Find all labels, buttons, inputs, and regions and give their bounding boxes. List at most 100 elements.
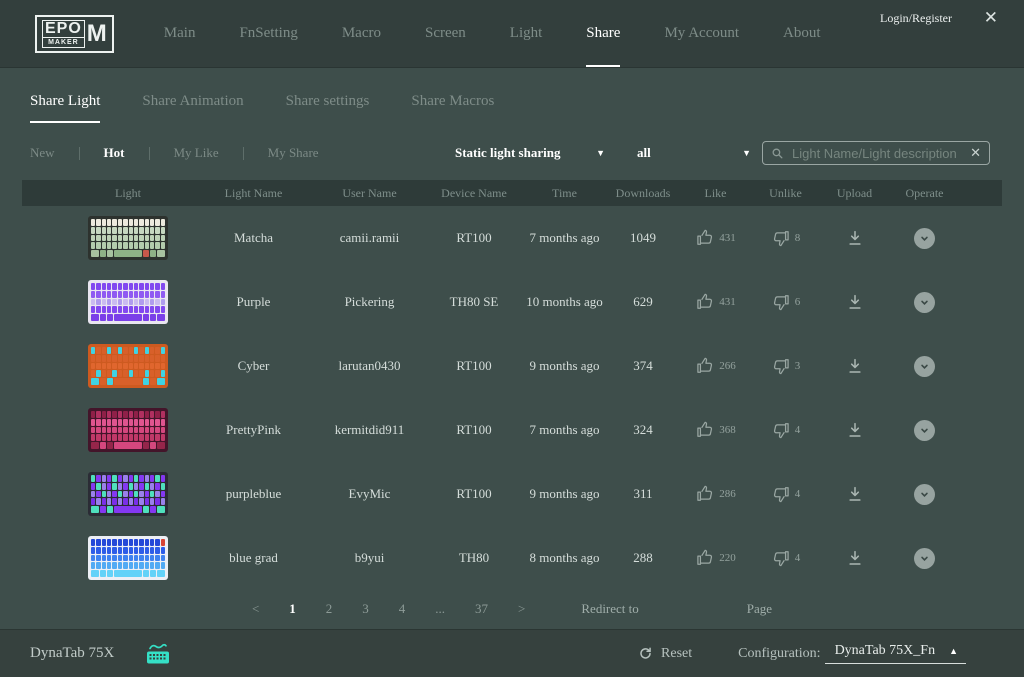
column-header-operate: Operate [889, 186, 1002, 201]
light-type-dropdown[interactable]: Static light sharing ▼ [455, 145, 605, 161]
light-thumbnail-cell [22, 536, 193, 580]
download-icon[interactable] [846, 357, 864, 375]
operate-cell [889, 484, 1002, 505]
nav-item-main[interactable]: Main [164, 0, 196, 67]
operate-expand-button[interactable] [914, 228, 935, 249]
pagination-page--: ... [435, 601, 445, 617]
keyboard-thumbnail[interactable] [88, 344, 168, 388]
table-header: LightLight NameUser NameDevice NameTimeD… [22, 180, 1002, 206]
clear-search-icon[interactable]: ✕ [970, 145, 981, 161]
operate-expand-button[interactable] [914, 548, 935, 569]
column-header-label: Operate [906, 186, 944, 201]
upload-cell [820, 485, 889, 503]
download-icon[interactable] [846, 229, 864, 247]
tab-share-animation[interactable]: Share Animation [142, 93, 243, 123]
like-button[interactable]: 431 [680, 292, 751, 312]
unlike-count: 8 [795, 232, 801, 244]
download-icon[interactable] [846, 485, 864, 503]
main-nav: Main FnSetting Macro Screen Light Share My Acc… [164, 0, 821, 67]
user-name: larutan0430 [338, 358, 400, 374]
pagination-page-4[interactable]: 4 [399, 601, 406, 617]
operate-expand-button[interactable] [914, 484, 935, 505]
nav-item-macro[interactable]: Macro [342, 0, 381, 67]
nav-item-my-account[interactable]: My Account [664, 0, 739, 67]
keyboard-thumbnail[interactable] [88, 216, 168, 260]
column-header-label: Light Name [225, 186, 283, 201]
pagination-page-2[interactable]: 2 [326, 601, 333, 617]
like-button[interactable]: 368 [680, 420, 751, 440]
column-header-time: Time [523, 186, 606, 201]
like-button[interactable]: 220 [680, 548, 751, 568]
nav-item-fnsetting[interactable]: FnSetting [239, 0, 297, 67]
nav-item-about[interactable]: About [783, 0, 821, 67]
user-name: EvyMic [349, 486, 391, 502]
pagination-page-1[interactable]: 1 [289, 601, 296, 617]
download-icon[interactable] [846, 421, 864, 439]
configuration-control: Configuration: DynaTab 75X_Fn ▲ [738, 643, 966, 664]
time-cell: 8 months ago [523, 550, 606, 566]
operate-cell [889, 548, 1002, 569]
operate-expand-button[interactable] [914, 420, 935, 441]
downloads-cell: 1049 [606, 230, 680, 246]
like-button[interactable]: 431 [680, 228, 751, 248]
nav-item-share[interactable]: Share [586, 0, 620, 67]
connected-device-name: DynaTab 75X [30, 645, 114, 662]
filter-hot[interactable]: Hot [104, 145, 125, 161]
device-filter-dropdown[interactable]: all ▼ [637, 145, 751, 161]
keyboard-thumbnail[interactable] [88, 280, 168, 324]
download-icon[interactable] [846, 549, 864, 567]
light-thumbnail-cell [22, 216, 193, 260]
filter-new[interactable]: New [30, 145, 55, 161]
filter-my-share[interactable]: My Share [268, 145, 319, 161]
device-name: RT100 [456, 422, 491, 438]
keyboard-thumbnail[interactable] [88, 536, 168, 580]
login-register-link[interactable]: Login/Register [880, 11, 952, 26]
light-thumbnail-cell [22, 344, 193, 388]
like-button[interactable]: 286 [680, 484, 751, 504]
unlike-button[interactable]: 4 [751, 548, 820, 568]
time-value: 9 months ago [529, 358, 599, 374]
pagination-prev[interactable]: < [252, 601, 259, 617]
filter-row: New Hot My Like My Share Static light shari… [0, 140, 1024, 166]
keyboard-thumbnail[interactable] [88, 472, 168, 516]
light-name: Cyber [238, 358, 270, 374]
pagination-next[interactable]: > [518, 601, 525, 617]
reset-button[interactable]: Reset [638, 646, 692, 662]
keyboard-icon[interactable] [144, 642, 172, 666]
download-icon[interactable] [846, 293, 864, 311]
pagination-page-37[interactable]: 37 [475, 601, 488, 617]
like-count: 431 [719, 296, 736, 308]
search-box[interactable]: ✕ [762, 141, 990, 165]
unlike-button[interactable]: 3 [751, 356, 820, 376]
column-header-light: Light [22, 186, 193, 201]
light-name-cell: purpleblue [193, 486, 314, 502]
bottom-right-controls: Reset Configuration: DynaTab 75X_Fn ▲ [638, 643, 966, 664]
pagination-page-3[interactable]: 3 [362, 601, 369, 617]
thumbs-up-icon [695, 548, 715, 568]
like-button[interactable]: 266 [680, 356, 751, 376]
nav-item-light[interactable]: Light [510, 0, 543, 67]
column-header-like: Like [680, 186, 751, 201]
operate-expand-button[interactable] [914, 356, 935, 377]
tab-share-macros[interactable]: Share Macros [411, 93, 494, 123]
search-input[interactable] [790, 145, 964, 162]
close-icon[interactable]: ✕ [984, 8, 998, 28]
nav-item-screen[interactable]: Screen [425, 0, 466, 67]
column-header-label: Downloads [616, 186, 671, 201]
unlike-button[interactable]: 4 [751, 420, 820, 440]
unlike-count: 6 [795, 296, 801, 308]
light-name-cell: Cyber [193, 358, 314, 374]
thumbs-up-icon [695, 356, 715, 376]
filter-my-like[interactable]: My Like [174, 145, 219, 161]
configuration-select[interactable]: DynaTab 75X_Fn ▲ [825, 643, 966, 664]
keyboard-thumbnail[interactable] [88, 408, 168, 452]
unlike-button[interactable]: 6 [751, 292, 820, 312]
upload-cell [820, 293, 889, 311]
unlike-button[interactable]: 4 [751, 484, 820, 504]
tab-share-light[interactable]: Share Light [30, 93, 100, 123]
unlike-button[interactable]: 8 [751, 228, 820, 248]
redirect-page-input[interactable] [669, 600, 717, 618]
tab-share-settings[interactable]: Share settings [286, 93, 370, 123]
operate-expand-button[interactable] [914, 292, 935, 313]
thumbs-down-icon [771, 292, 791, 312]
